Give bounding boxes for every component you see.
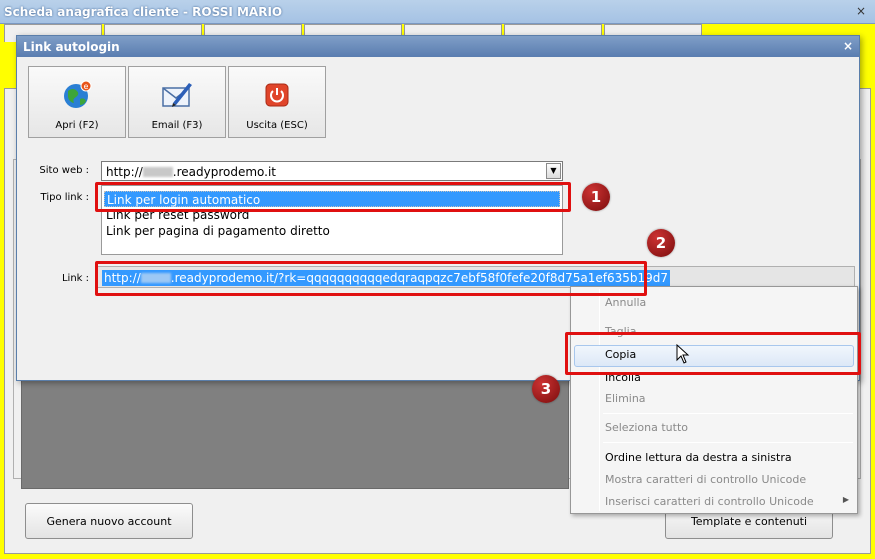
menu-item-insert-unicode[interactable]: Inserisci caratteri di controllo Unicode [605,495,814,508]
menu-separator [603,442,853,443]
open-button[interactable]: e Apri (F2) [28,66,126,138]
exit-button[interactable]: Uscita (ESC) [228,66,326,138]
close-icon[interactable]: × [843,39,853,53]
parent-titlebar: Scheda anagrafica cliente - ROSSI MARIO … [0,0,875,24]
annotation-highlight-3 [565,332,861,375]
website-label: Sito web : [39,165,89,176]
menu-gutter [599,289,600,511]
annotation-highlight-1 [95,182,571,212]
website-select[interactable]: http://.readyprodemo.it ▼ [101,161,563,181]
exit-button-label: Uscita (ESC) [246,120,308,131]
email-button[interactable]: Email (F3) [128,66,226,138]
list-item[interactable]: Link per pagina di pagamento diretto [104,223,560,239]
menu-item-annulla[interactable]: Annulla [605,296,646,309]
link-label: Link : [61,273,89,284]
dialog-titlebar: Link autologin × [17,36,859,57]
generate-account-button[interactable]: Genera nuovo account [25,503,193,539]
menu-item-show-unicode[interactable]: Mostra caratteri di controllo Unicode [605,473,806,486]
envelope-pen-icon [161,79,193,111]
website-value: http://.readyprodemo.it [106,165,277,179]
mouse-cursor-icon [676,344,690,364]
preview-area [21,379,569,489]
menu-separator [603,413,853,414]
annotation-badge-3: 3 [532,375,560,403]
svg-text:e: e [84,82,89,91]
annotation-badge-2: 2 [647,229,675,257]
chevron-right-icon: ▶ [842,495,849,504]
dialog-title: Link autologin [23,40,120,54]
link-type-label: Tipo link : [40,192,89,203]
parent-close-icon[interactable]: × [855,5,867,17]
chevron-down-icon[interactable]: ▼ [546,163,561,179]
annotation-badge-1: 1 [582,183,610,211]
menu-item-elimina[interactable]: Elimina [605,392,646,405]
open-button-label: Apri (F2) [55,120,99,131]
globe-icon: e [61,79,93,111]
power-icon [261,79,293,111]
context-menu: Annulla Taglia Copia Incolla Elimina Sel… [570,286,858,514]
menu-item-rtl[interactable]: Ordine lettura da destra a sinistra [605,451,792,464]
annotation-highlight-2 [95,261,647,296]
parent-window-title: Scheda anagrafica cliente - ROSSI MARIO [4,5,283,19]
menu-item-seleziona-tutto[interactable]: Seleziona tutto [605,421,688,434]
email-button-label: Email (F3) [151,120,203,131]
